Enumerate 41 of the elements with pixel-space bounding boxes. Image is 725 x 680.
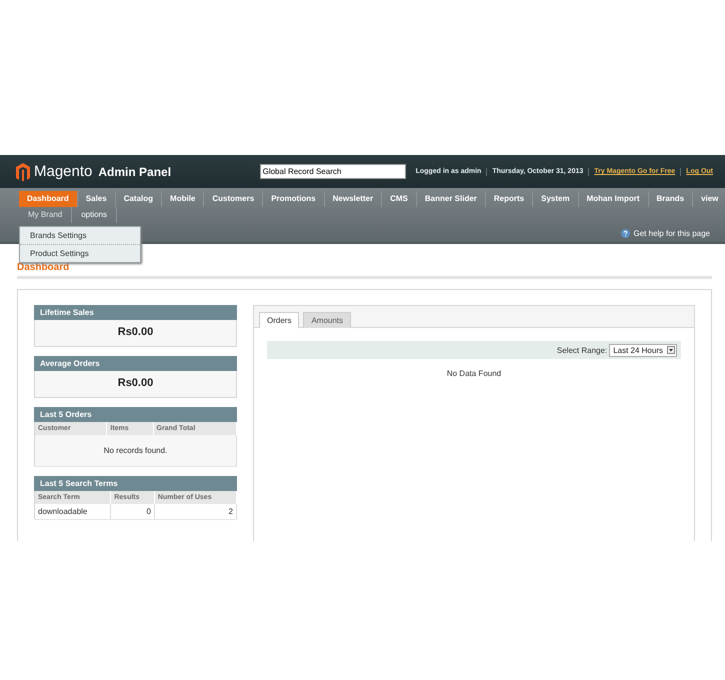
help-link[interactable]: Get help for this page xyxy=(634,229,710,238)
menu-item[interactable]: Customers xyxy=(204,191,264,207)
submenu-item[interactable]: My Brand xyxy=(19,207,72,223)
search-field[interactable]: Global Record Search xyxy=(260,164,406,179)
dropdown-item[interactable]: Brands Settings xyxy=(20,227,140,245)
table-cell: 0 xyxy=(110,504,154,520)
table-cell: downloadable xyxy=(34,504,111,520)
submenu-item[interactable]: options xyxy=(72,207,118,223)
menu-item[interactable]: Mobile xyxy=(162,191,204,207)
menu-item[interactable]: Catalog xyxy=(116,191,162,207)
box-header: Average Orders xyxy=(34,356,237,371)
box-header: Last 5 Orders xyxy=(34,407,237,422)
menu-item[interactable]: System xyxy=(533,191,579,207)
dropdown-item[interactable]: Product Settings xyxy=(20,245,140,262)
menu-item[interactable]: Reports xyxy=(486,191,534,207)
menu-item[interactable]: Newsletter xyxy=(324,191,382,207)
box-header: Last 5 Search Terms xyxy=(34,476,237,491)
menu-item[interactable]: Promotions xyxy=(263,191,325,207)
tab[interactable]: Orders xyxy=(259,312,300,328)
menu-item[interactable]: view xyxy=(693,191,725,207)
empty-message: No records found. xyxy=(34,435,236,466)
menu-item[interactable]: Sales xyxy=(78,191,116,207)
logo-icon xyxy=(16,162,30,180)
help-icon[interactable] xyxy=(620,229,630,238)
range-label: Select Range: xyxy=(556,346,608,354)
menu-item[interactable]: Dashboard xyxy=(19,191,78,207)
stat-value: Rs0.00 xyxy=(34,320,237,347)
tab[interactable]: Amounts xyxy=(303,312,352,328)
caret-icon xyxy=(667,346,675,354)
box-header: Lifetime Sales xyxy=(34,305,237,320)
menu-item[interactable]: Brands xyxy=(648,191,694,207)
menu-item[interactable]: Mohan Import xyxy=(578,191,648,207)
table-cell: 2 xyxy=(154,504,236,520)
stat-value: Rs0.00 xyxy=(34,371,237,398)
page-title: Dashboard xyxy=(17,262,70,273)
menu-item[interactable]: CMS xyxy=(382,191,417,207)
logo-text: Magento xyxy=(34,163,92,180)
empty-message: No Data Found xyxy=(446,369,502,378)
menu-item[interactable]: Banner Slider xyxy=(416,191,486,207)
range-select[interactable]: Last 24 Hours xyxy=(609,344,677,356)
logo-subtitle: Admin Panel xyxy=(98,164,172,178)
